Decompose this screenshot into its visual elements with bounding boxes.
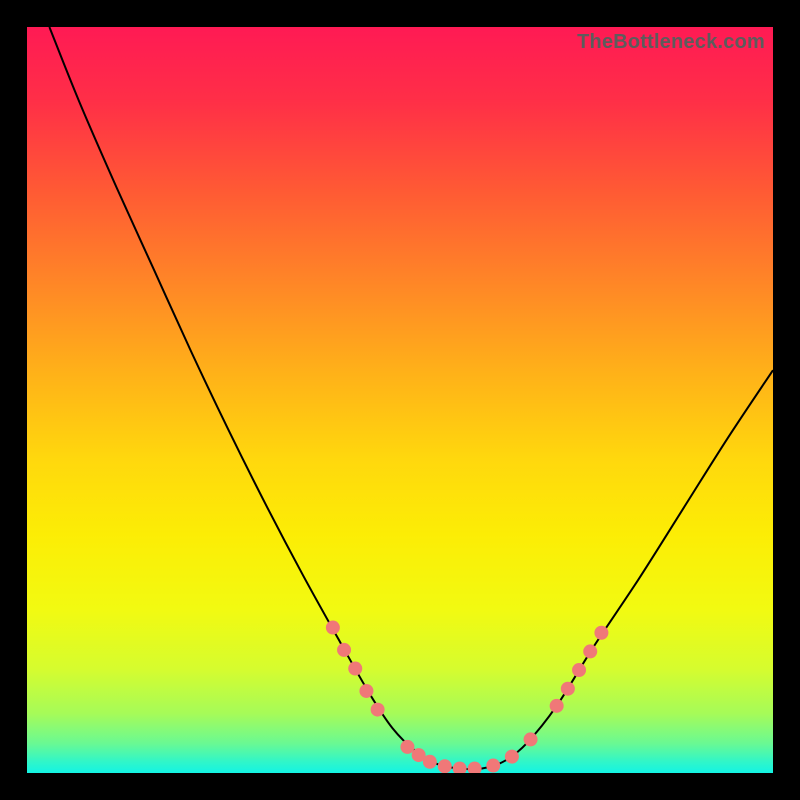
highlight-dot xyxy=(486,759,500,773)
highlight-dot xyxy=(400,740,414,754)
highlight-dot xyxy=(371,703,385,717)
highlight-dot xyxy=(337,643,351,657)
highlight-dot xyxy=(572,663,586,677)
highlight-dot xyxy=(524,732,538,746)
highlight-dot xyxy=(505,750,519,764)
chart-svg xyxy=(27,27,773,773)
highlight-dot xyxy=(348,662,362,676)
highlight-dot xyxy=(550,699,564,713)
highlight-dot xyxy=(561,682,575,696)
highlight-dot xyxy=(583,644,597,658)
watermark-label: TheBottleneck.com xyxy=(577,31,765,54)
highlight-dot xyxy=(423,755,437,769)
gradient-background xyxy=(27,27,773,773)
highlight-dot xyxy=(438,759,452,773)
plot-area: TheBottleneck.com xyxy=(27,27,773,773)
highlight-dot xyxy=(359,684,373,698)
chart-frame: TheBottleneck.com xyxy=(0,0,800,800)
highlight-dot xyxy=(594,626,608,640)
highlight-dot xyxy=(326,621,340,635)
